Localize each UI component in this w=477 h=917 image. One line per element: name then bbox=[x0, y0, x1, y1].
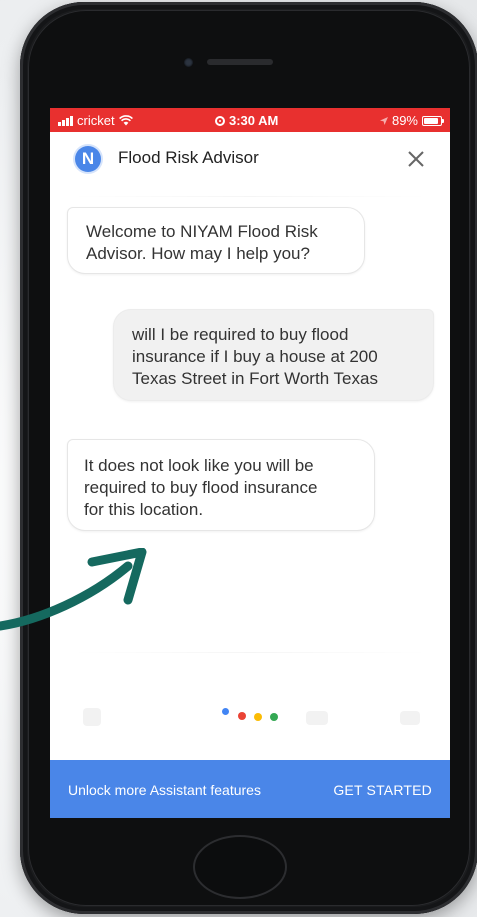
divider bbox=[70, 196, 430, 197]
close-button[interactable] bbox=[403, 146, 429, 172]
explore-icon[interactable] bbox=[306, 711, 328, 725]
status-clock: 3:30 AM bbox=[215, 113, 278, 128]
app-title: Flood Risk Advisor bbox=[118, 148, 259, 167]
battery-fill bbox=[424, 117, 438, 124]
chat-bubble-user: will I be required to buy flood insuranc… bbox=[113, 309, 434, 401]
assistant-dot-yellow bbox=[254, 713, 262, 721]
signal-icon bbox=[58, 115, 73, 126]
front-camera bbox=[184, 58, 193, 67]
close-icon bbox=[408, 151, 424, 167]
battery-label: 89% bbox=[391, 113, 418, 128]
status-left: cricket bbox=[58, 113, 133, 128]
message-line: Advisor. How may I help you? bbox=[86, 244, 310, 263]
divider bbox=[70, 652, 430, 653]
message-line: Welcome to NIYAM Flood Risk bbox=[86, 222, 318, 241]
status-bar: cricket 3:30 AM 89% bbox=[50, 108, 450, 132]
message-line: for this location. bbox=[84, 500, 204, 519]
earpiece-speaker bbox=[207, 59, 273, 65]
carrier-label: cricket bbox=[77, 113, 115, 128]
wifi-icon bbox=[118, 115, 133, 126]
battery-icon bbox=[422, 115, 444, 126]
phone-screen: cricket 3:30 AM 89% N Flood Risk Advisor bbox=[50, 108, 450, 818]
app-logo: N bbox=[75, 146, 101, 172]
status-right: 89% bbox=[379, 113, 444, 128]
message-line: Texas Street in Fort Worth Texas bbox=[132, 369, 378, 388]
assistant-dot-blue bbox=[222, 708, 229, 715]
message-line: required to buy flood insurance bbox=[84, 478, 318, 497]
chat-bubble-bot: Welcome to NIYAM Flood Risk Advisor. How… bbox=[67, 207, 365, 274]
annotation-arrow-icon bbox=[0, 548, 147, 631]
assistant-dot-red bbox=[238, 712, 246, 720]
message-line: will I be required to buy flood bbox=[132, 325, 349, 344]
chat-bubble-bot: It does not look like you will be requir… bbox=[67, 439, 375, 531]
message-line: It does not look like you will be bbox=[84, 456, 314, 475]
chat-area: Welcome to NIYAM Flood Risk Advisor. How… bbox=[50, 184, 450, 744]
footer-promo-text: Unlock more Assistant features bbox=[68, 782, 261, 798]
keyboard-icon[interactable] bbox=[83, 708, 101, 726]
get-started-button[interactable]: GET STARTED bbox=[333, 782, 432, 798]
assistant-dot-green bbox=[270, 713, 278, 721]
time-label: 3:30 AM bbox=[229, 113, 279, 128]
assistant-footer: Unlock more Assistant features GET START… bbox=[50, 760, 450, 818]
message-line: insurance if I buy a house at 200 bbox=[132, 347, 378, 366]
alarm-icon bbox=[215, 115, 225, 126]
assistant-listening-indicator[interactable] bbox=[220, 708, 290, 728]
location-icon bbox=[379, 116, 388, 125]
assistant-header: N Flood Risk Advisor bbox=[50, 132, 450, 184]
home-button[interactable] bbox=[193, 835, 287, 899]
snapshot-icon[interactable] bbox=[400, 711, 420, 725]
